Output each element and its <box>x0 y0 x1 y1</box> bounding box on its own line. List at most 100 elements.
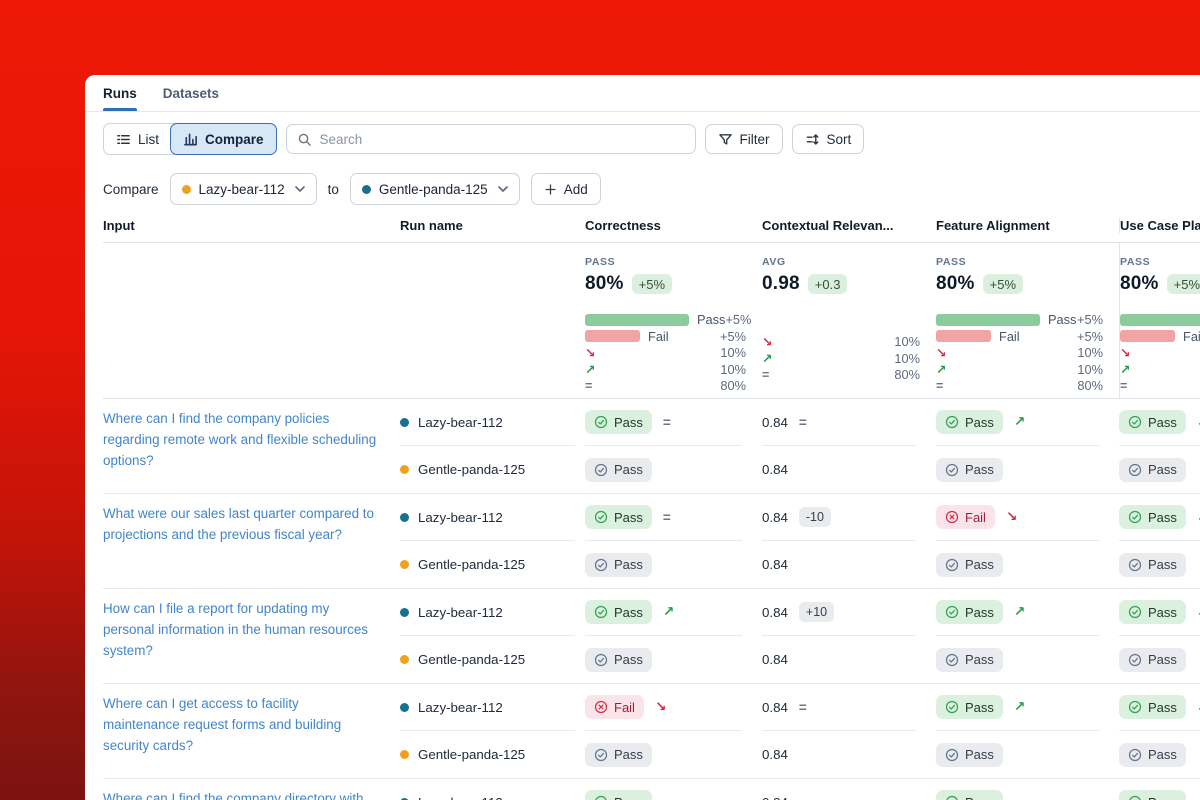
run-row-baseline[interactable]: Lazy-bear-112 <box>400 589 575 636</box>
check-circle-icon <box>945 748 959 762</box>
tab-datasets[interactable]: Datasets <box>163 75 219 111</box>
result-badge: Pass <box>1119 648 1186 672</box>
delta-indicator: ↗ <box>1014 414 1025 430</box>
result-badge: Pass <box>585 410 652 434</box>
summary-delta-badge: +5% <box>983 274 1023 294</box>
summary-legend: Pass+5% Fail+5% 10% 10% 80% <box>585 312 762 395</box>
result-badge: Pass <box>936 790 1003 800</box>
result-badge: Pass <box>585 790 652 800</box>
table-row-group: Where can I find the company directory w… <box>103 779 1200 800</box>
sort-button[interactable]: Sort <box>792 124 865 154</box>
input-question-link[interactable]: Where can I get access to facility maint… <box>103 696 341 753</box>
score-value: 0.84 <box>762 510 788 525</box>
correctness-cell: Fail ↘ Pass <box>585 684 762 778</box>
use-case-cell: Pass ↗ Pass <box>1119 589 1200 683</box>
list-view-button[interactable]: List <box>104 124 171 154</box>
use-case-cell: Pass ↗ Pass <box>1119 494 1200 588</box>
tab-runs[interactable]: Runs <box>103 75 137 111</box>
baseline-run-select[interactable]: Lazy-bear-112 <box>170 173 317 205</box>
summary-input-spacer <box>103 243 400 398</box>
summary-feature-alignment: PASS 80% +5% Pass+5% Fail+5% 10% 10% 80% <box>936 243 1119 398</box>
input-question-link[interactable]: Where can I find the company policies re… <box>103 411 376 468</box>
run-row-baseline[interactable]: Lazy-bear-112 <box>400 399 575 446</box>
run-row-baseline[interactable]: Lazy-bear-112 <box>400 684 575 731</box>
summary-metric-value: 0.98 <box>762 273 800 295</box>
add-run-button[interactable]: Add <box>531 173 601 205</box>
run-name-cell: Lazy-bear-112 Gentle-panda-125 <box>400 399 585 493</box>
delta-indicator: -10 <box>799 507 831 527</box>
score-value: 0.84 <box>762 747 788 762</box>
chevron-down-icon <box>498 186 508 192</box>
chevron-down-icon <box>295 186 305 192</box>
use-case-cell: Pass ↗ Pass <box>1119 684 1200 778</box>
column-header-input[interactable]: Input <box>103 218 400 233</box>
input-question-link[interactable]: How can I file a report for updating my … <box>103 601 368 658</box>
column-header-contextual-relevance[interactable]: Contextual Relevan... <box>762 218 936 233</box>
to-label: to <box>328 182 339 197</box>
summary-delta-badge: +5% <box>1167 274 1200 294</box>
input-cell: How can I file a report for updating my … <box>103 589 400 683</box>
run-row-comparison[interactable]: Gentle-panda-125 <box>400 541 585 588</box>
table-row-group: Where can I get access to facility maint… <box>103 684 1200 779</box>
table-row-group: How can I file a report for updating my … <box>103 589 1200 684</box>
sort-icon <box>805 132 820 147</box>
search-input[interactable]: Search <box>286 124 696 154</box>
toolbar: List Compare Search Filter Sort <box>85 112 1200 155</box>
score-value: 0.84 <box>762 462 788 477</box>
trend-up-icon <box>762 351 778 366</box>
input-question-link[interactable]: Where can I find the company directory w… <box>103 791 364 800</box>
delta-indicator: = <box>799 415 807 430</box>
legend-value: 10% <box>720 345 746 360</box>
search-icon <box>297 132 312 147</box>
feature-alignment-cell: Pass Pass <box>936 779 1119 800</box>
check-circle-icon <box>945 558 959 572</box>
view-toggle: List Compare <box>103 123 277 155</box>
legend-value: 80% <box>1077 378 1103 393</box>
summary-legend: Pass Fail <box>1120 312 1200 395</box>
legend-pass-bar <box>1120 314 1200 326</box>
run-row-comparison[interactable]: Gentle-panda-125 <box>400 731 585 778</box>
search-placeholder: Search <box>320 132 363 147</box>
input-cell: What were our sales last quarter compare… <box>103 494 400 588</box>
check-circle-icon <box>1128 463 1142 477</box>
delta-indicator: = <box>663 415 671 430</box>
trend-down-icon <box>1120 345 1136 360</box>
run-name-cell: Lazy-bear-112 Gentle-panda-125 <box>400 494 585 588</box>
run-row-comparison[interactable]: Gentle-panda-125 <box>400 636 585 683</box>
column-header-run-name[interactable]: Run name <box>400 218 585 233</box>
result-badge: Fail <box>936 505 995 529</box>
run-name-cell: Lazy-bear-112 Gentle-panda-125 <box>400 684 585 778</box>
check-circle-icon <box>594 605 608 619</box>
trend-down-icon <box>936 345 952 360</box>
check-circle-icon <box>1128 653 1142 667</box>
result-badge: Fail <box>585 695 644 719</box>
input-question-link[interactable]: What were our sales last quarter compare… <box>103 506 374 542</box>
run-row-baseline[interactable]: Lazy-bear-112 <box>400 779 575 800</box>
summary-delta-badge: +0.3 <box>808 274 848 294</box>
column-header-correctness[interactable]: Correctness <box>585 218 762 233</box>
x-circle-icon <box>945 510 959 524</box>
run-name-cell: Lazy-bear-112 Gentle-panda-125 <box>400 589 585 683</box>
check-circle-icon <box>945 700 959 714</box>
check-circle-icon <box>594 795 608 800</box>
run-row-baseline[interactable]: Lazy-bear-112 <box>400 494 575 541</box>
check-circle-icon <box>1128 415 1142 429</box>
run-row-comparison[interactable]: Gentle-panda-125 <box>400 446 585 493</box>
legend-value: 10% <box>1077 362 1103 377</box>
result-badge: Pass <box>585 743 652 767</box>
comparison-run-select[interactable]: Gentle-panda-125 <box>350 173 520 205</box>
summary-delta-badge: +5% <box>632 274 672 294</box>
legend-fail-label: Fail <box>648 329 669 344</box>
input-cell: Where can I find the company directory w… <box>103 779 400 800</box>
delta-indicator: = <box>799 700 807 715</box>
summary-run-spacer <box>400 243 585 398</box>
score-value: 0.84 <box>762 415 788 430</box>
legend-fail-bar <box>1120 330 1175 342</box>
legend-pass-label: Pass <box>697 312 725 327</box>
result-badge: Pass <box>936 458 1003 482</box>
column-header-feature-alignment[interactable]: Feature Alignment <box>936 218 1119 233</box>
compare-view-button[interactable]: Compare <box>170 123 277 155</box>
column-header-use-case[interactable]: Use Case Pla <box>1119 218 1200 233</box>
legend-value: 10% <box>1077 345 1103 360</box>
filter-button[interactable]: Filter <box>705 124 783 154</box>
